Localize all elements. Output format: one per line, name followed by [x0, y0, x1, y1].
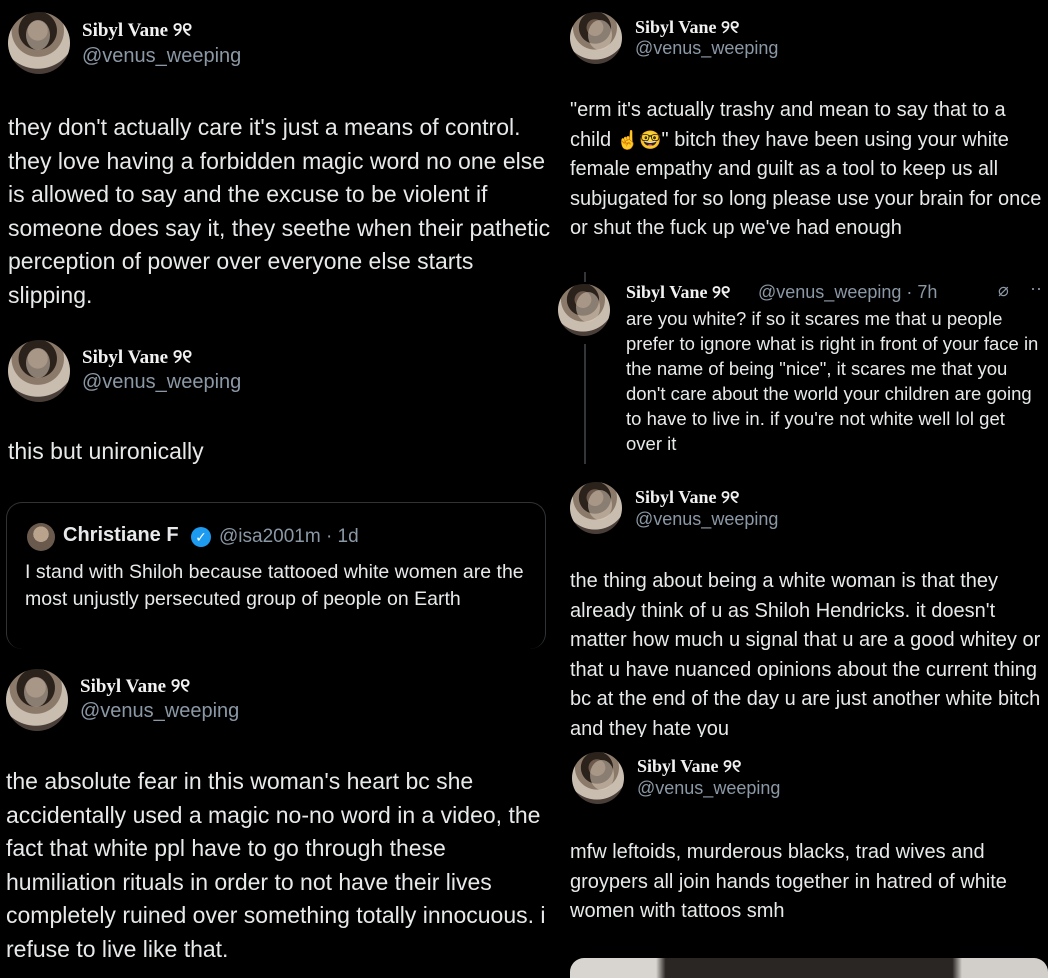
tweet-text: the absolute fear in this woman's heart … [6, 768, 546, 962]
user-handle[interactable]: @venus_weeping [82, 371, 241, 394]
user-avatar[interactable] [558, 284, 610, 336]
user-handle[interactable]: @venus_weeping [82, 45, 241, 68]
display-name[interactable]: Sibyl Vane ୨୧ [635, 17, 739, 38]
reply-text: are you white? if so it scares me that u… [626, 308, 1039, 454]
tweet-text: the thing about being a white woman is t… [570, 570, 1041, 737]
grok-icon[interactable]: ⌀ [998, 280, 1009, 301]
user-avatar[interactable] [572, 752, 624, 804]
user-handle[interactable]: @venus_weeping [635, 38, 778, 59]
user-avatar[interactable] [570, 482, 622, 534]
user-handle[interactable]: @venus_weeping [637, 778, 780, 799]
attached-photo[interactable] [570, 958, 1048, 978]
reply-display-name[interactable]: Sibyl Vane ୨୧ [626, 282, 730, 303]
quoted-tweet-card[interactable]: Christiane F ✓ @isa2001m · 1d I stand wi… [6, 502, 546, 649]
tweet-text: they don't actually care it's just a mea… [8, 114, 551, 308]
tweet-text: mfw leftoids, murderous blacks, trad wiv… [570, 841, 1007, 922]
quoted-display-name: Christiane F [63, 524, 179, 546]
display-name[interactable]: Sibyl Vane ୨୧ [637, 756, 741, 777]
quoted-tweet-text: I stand with Shiloh because tattooed whi… [25, 561, 524, 610]
tweet-text: "erm it's actually trashy and mean to sa… [570, 96, 1044, 244]
display-name[interactable]: Sibyl Vane ୨୧ [635, 487, 739, 508]
quoted-handle-time: @isa2001m · 1d [219, 526, 359, 547]
left-screenshot-column: Sibyl Vane ୨୧ @venus_weeping they don't … [0, 0, 560, 972]
thread-line [584, 344, 586, 464]
user-avatar[interactable] [6, 669, 68, 731]
user-avatar[interactable] [8, 340, 70, 402]
more-options-icon[interactable]: ·· [1030, 278, 1042, 299]
tweet-text: this but unironically [8, 438, 204, 464]
reply-handle-time[interactable]: @venus_weeping · 7h [758, 282, 937, 303]
user-avatar[interactable] [570, 12, 622, 64]
pointing-nerd-emoji-icon: ☝️🤓 [616, 129, 662, 150]
display-name[interactable]: Sibyl Vane ୨୧ [82, 347, 192, 369]
user-avatar[interactable] [8, 12, 70, 74]
user-handle[interactable]: @venus_weeping [80, 700, 239, 723]
display-name[interactable]: Sibyl Vane ୨୧ [82, 20, 192, 42]
verified-badge-icon: ✓ [191, 527, 211, 547]
user-handle[interactable]: @venus_weeping [635, 509, 778, 530]
reply-tweet[interactable]: Sibyl Vane ୨୧ @venus_weeping · 7h ⌀ ·· a… [556, 272, 1048, 472]
right-screenshot-column: Sibyl Vane ୨୧ @venus_weeping "erm it's a… [556, 0, 1048, 978]
quoted-user-avatar [27, 523, 55, 551]
display-name[interactable]: Sibyl Vane ୨୧ [80, 676, 190, 698]
